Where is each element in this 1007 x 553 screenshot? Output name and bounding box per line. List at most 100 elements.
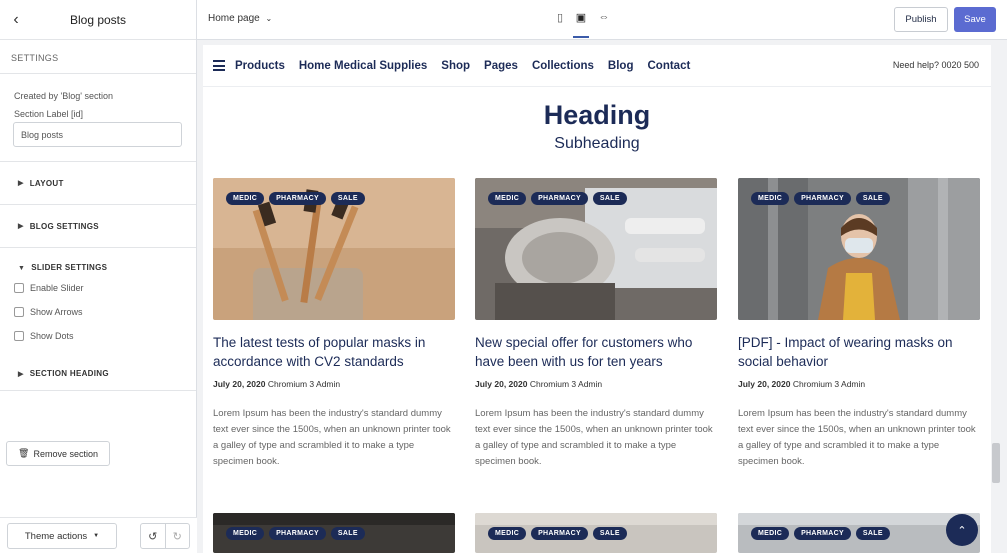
tag-pharmacy[interactable]: PHARMACY bbox=[794, 527, 851, 540]
post-tags: MEDIC PHARMACY SALE bbox=[751, 192, 895, 205]
post-meta: July 20, 2020 Chromium 3 Admin bbox=[475, 379, 717, 389]
post-excerpt: Lorem Ipsum has been the industry's stan… bbox=[213, 408, 451, 467]
theme-actions-label: Theme actions bbox=[24, 530, 88, 542]
tag-medic[interactable]: MEDIC bbox=[226, 192, 265, 205]
tag-pharmacy[interactable]: PHARMACY bbox=[531, 527, 588, 540]
accordion-slider-settings[interactable]: ▼ SLIDER SETTINGS bbox=[0, 248, 196, 276]
theme-editor: ‹ Blog posts SETTINGS Created by 'Blog' … bbox=[0, 0, 1007, 553]
post-meta: July 20, 2020 Chromium 3 Admin bbox=[738, 379, 980, 389]
accordion-slider-settings-label: SLIDER SETTINGS bbox=[31, 263, 108, 272]
accordion-blog-settings[interactable]: ▶ BLOG SETTINGS bbox=[0, 205, 196, 247]
caret-right-icon: ▶ bbox=[18, 180, 24, 187]
enable-slider-label: Enable Slider bbox=[30, 283, 84, 293]
tag-medic[interactable]: MEDIC bbox=[226, 527, 265, 540]
undo-icon[interactable]: ↺ bbox=[141, 524, 165, 548]
post-tags: MEDIC PHARMACY SALE bbox=[751, 527, 895, 540]
post-tags: MEDIC PHARMACY SALE bbox=[488, 527, 632, 540]
section-label-input[interactable]: Blog posts bbox=[13, 122, 182, 147]
post-image[interactable]: MEDIC PHARMACY SALE bbox=[475, 513, 717, 553]
created-by-text: Created by 'Blog' section bbox=[14, 91, 113, 101]
preview-scrollbar-thumb[interactable] bbox=[992, 443, 1000, 483]
post-title[interactable]: [PDF] - Impact of wearing masks on socia… bbox=[738, 333, 980, 371]
accordion-section-heading-label: SECTION HEADING bbox=[29, 369, 109, 378]
caret-down-icon: ▼ bbox=[93, 533, 100, 539]
page-selector[interactable]: Home page ⌄ bbox=[208, 13, 272, 24]
show-dots-checkbox[interactable]: Show Dots bbox=[0, 324, 196, 348]
sidebar-title: Blog posts bbox=[69, 12, 127, 27]
tag-medic[interactable]: MEDIC bbox=[751, 527, 790, 540]
back-to-top-button[interactable]: ⌃ bbox=[946, 514, 978, 546]
post-date: July 20, 2020 bbox=[475, 379, 528, 389]
page-selector-label: Home page bbox=[208, 13, 260, 24]
post-image[interactable]: MEDIC PHARMACY SALE bbox=[738, 513, 980, 553]
mobile-view-icon[interactable]: ▯ bbox=[552, 11, 568, 29]
nav-item-pages[interactable]: Pages bbox=[484, 60, 518, 72]
nav-item-home-medical-supplies[interactable]: Home Medical Supplies bbox=[299, 60, 427, 72]
store-navigation: Products Home Medical Supplies Shop Page… bbox=[203, 45, 991, 87]
caret-down-icon: ▼ bbox=[18, 265, 26, 272]
caret-right-icon: ▶ bbox=[18, 223, 24, 230]
show-dots-label: Show Dots bbox=[30, 331, 74, 341]
nav-item-products[interactable]: Products bbox=[235, 60, 285, 72]
menu-icon[interactable] bbox=[213, 60, 225, 71]
tag-medic[interactable]: MEDIC bbox=[488, 527, 527, 540]
post-author: Chromium 3 Admin bbox=[529, 379, 603, 389]
help-phone[interactable]: Need help? 0020 500 bbox=[893, 60, 979, 70]
tag-pharmacy[interactable]: PHARMACY bbox=[269, 527, 326, 540]
post-author: Chromium 3 Admin bbox=[267, 379, 341, 389]
fullwidth-view-icon[interactable]: ⇔ bbox=[596, 11, 612, 29]
desktop-view-icon[interactable]: ▣ bbox=[573, 11, 589, 38]
double-chevron-up-icon: ⌃ bbox=[957, 524, 967, 537]
tag-medic[interactable]: MEDIC bbox=[488, 192, 527, 205]
theme-actions-dropdown[interactable]: Theme actions ▼ bbox=[7, 523, 117, 549]
post-excerpt: Lorem Ipsum has been the industry's stan… bbox=[738, 408, 976, 467]
back-arrow-icon[interactable]: ‹ bbox=[8, 11, 24, 29]
tag-sale[interactable]: SALE bbox=[330, 527, 365, 540]
post-author: Chromium 3 Admin bbox=[792, 379, 866, 389]
tag-sale[interactable]: SALE bbox=[330, 192, 365, 205]
post-date: July 20, 2020 bbox=[738, 379, 791, 389]
tag-sale[interactable]: SALE bbox=[855, 527, 890, 540]
caret-right-icon: ▶ bbox=[18, 371, 24, 378]
tag-medic[interactable]: MEDIC bbox=[751, 192, 790, 205]
post-tags: MEDIC PHARMACY SALE bbox=[488, 192, 632, 205]
tag-pharmacy[interactable]: PHARMACY bbox=[269, 192, 326, 205]
redo-icon[interactable]: ↻ bbox=[164, 524, 190, 548]
enable-slider-checkbox[interactable]: Enable Slider bbox=[0, 276, 196, 300]
checkbox-box[interactable] bbox=[14, 283, 24, 293]
post-image[interactable]: MEDIC PHARMACY SALE bbox=[475, 178, 717, 320]
publish-button[interactable]: Publish bbox=[894, 7, 948, 32]
nav-item-shop[interactable]: Shop bbox=[441, 60, 470, 72]
accordion-section-heading[interactable]: ▶ SECTION HEADING bbox=[0, 348, 196, 382]
post-meta: July 20, 2020 Chromium 3 Admin bbox=[213, 379, 455, 389]
post-date: July 20, 2020 bbox=[213, 379, 266, 389]
checkbox-box[interactable] bbox=[14, 307, 24, 317]
post-image[interactable]: MEDIC PHARMACY SALE bbox=[213, 178, 455, 320]
remove-section-button[interactable]: 🗑 Remove section bbox=[6, 441, 110, 466]
post-title[interactable]: New special offer for customers who have… bbox=[475, 333, 717, 371]
tag-sale[interactable]: SALE bbox=[855, 192, 890, 205]
post-title[interactable]: The latest tests of popular masks in acc… bbox=[213, 333, 455, 371]
sidebar-footer: Theme actions ▼ ↺ ↻ bbox=[0, 517, 197, 553]
chevron-down-icon: ⌄ bbox=[265, 14, 273, 23]
show-arrows-checkbox[interactable]: Show Arrows bbox=[0, 300, 196, 324]
tag-pharmacy[interactable]: PHARMACY bbox=[794, 192, 851, 205]
post-image[interactable]: MEDIC PHARMACY SALE bbox=[213, 513, 455, 553]
accordion-layout[interactable]: ▶ LAYOUT bbox=[0, 162, 196, 204]
section-label-caption: Section Label [id] bbox=[14, 109, 84, 119]
tag-sale[interactable]: SALE bbox=[592, 527, 627, 540]
tag-sale[interactable]: SALE bbox=[592, 192, 627, 205]
save-button[interactable]: Save bbox=[954, 7, 996, 32]
remove-section-label: Remove section bbox=[33, 448, 98, 459]
nav-item-contact[interactable]: Contact bbox=[647, 60, 690, 72]
store-preview: Products Home Medical Supplies Shop Page… bbox=[203, 45, 991, 553]
post-excerpt: Lorem Ipsum has been the industry's stan… bbox=[475, 408, 713, 467]
nav-item-collections[interactable]: Collections bbox=[532, 60, 594, 72]
checkbox-box[interactable] bbox=[14, 331, 24, 341]
undo-redo-group: ↺ ↻ bbox=[140, 523, 190, 549]
sidebar-header: ‹ Blog posts bbox=[0, 0, 196, 40]
settings-heading: SETTINGS bbox=[0, 40, 196, 74]
nav-item-blog[interactable]: Blog bbox=[608, 60, 634, 72]
post-image[interactable]: MEDIC PHARMACY SALE bbox=[738, 178, 980, 320]
tag-pharmacy[interactable]: PHARMACY bbox=[531, 192, 588, 205]
